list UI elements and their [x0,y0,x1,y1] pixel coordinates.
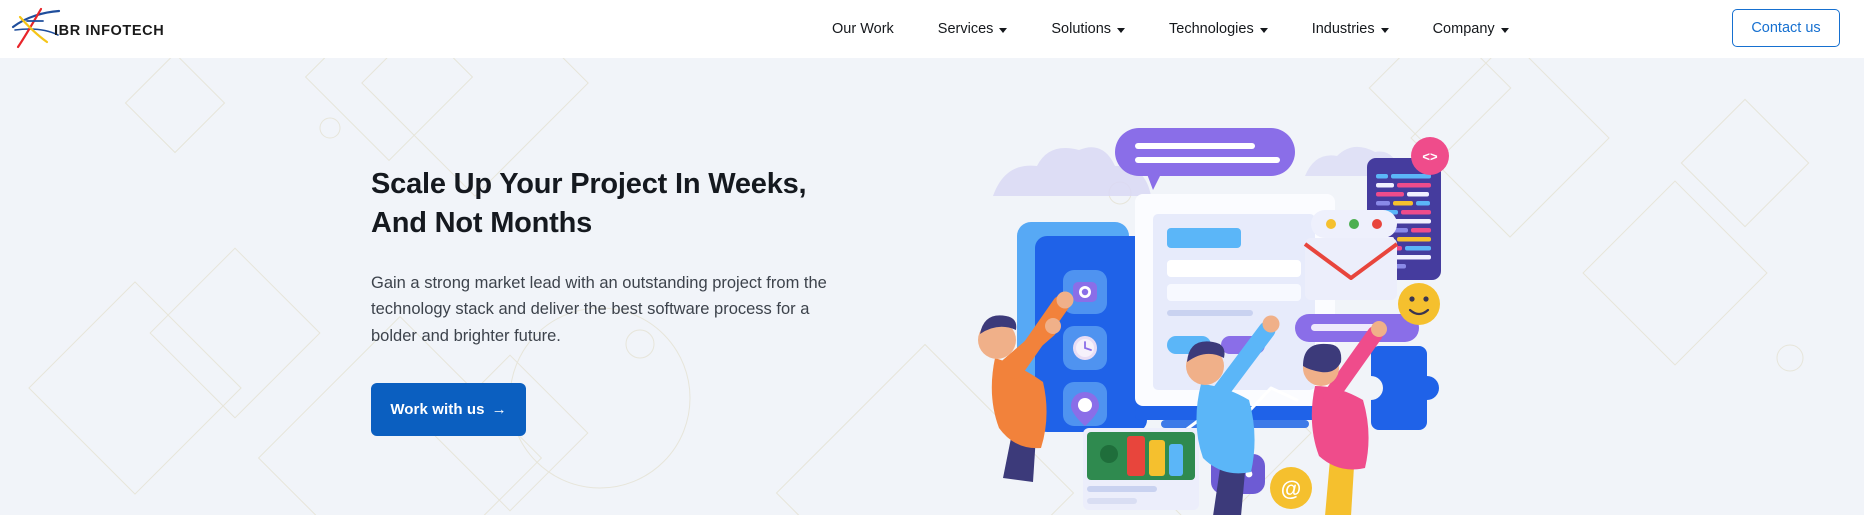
arrow-right-icon: → [491,400,507,418]
logo[interactable]: IBR INFOTECH [10,5,164,50]
nav-item-solutions[interactable]: Solutions [1029,0,1147,58]
svg-text:@: @ [1281,478,1301,501]
chevron-down-icon [999,27,1008,33]
logo-text: IBR INFOTECH [54,22,165,39]
work-with-us-button[interactable]: Work with us → [371,382,526,436]
status-dots-pill [1311,210,1397,238]
camera-icon [1073,282,1097,302]
nav-label: Solutions [1051,21,1112,37]
hero-section: Scale Up Your Project In Weeks, And Not … [0,58,1864,515]
background-pattern [28,58,1810,515]
nav-label: Industries [1311,21,1375,37]
nav-label: Company [1432,21,1495,37]
at-symbol-badge: @ [1270,467,1312,509]
hero-description: Gain a strong market lead with an outsta… [371,273,827,346]
nav-item-technologies[interactable]: Technologies [1147,0,1290,58]
hero-copy: Scale Up Your Project In Weeks, And Not … [371,165,931,436]
nav-label: Services [937,21,994,37]
page-title: Scale Up Your Project In Weeks, And Not … [371,168,807,239]
chevron-down-icon [1380,27,1389,33]
contact-us-label: Contact us [1751,20,1821,36]
site-header: IBR INFOTECH Our Work Services Solutions… [0,0,1864,58]
progress-banner [1295,314,1419,342]
code-tag-badge: <> [1411,137,1449,175]
hero-illustration: <> @ [978,128,1449,515]
contact-us-button[interactable]: Contact us [1732,9,1840,47]
nav-item-company[interactable]: Company [1411,0,1531,58]
chevron-down-icon [1500,27,1509,33]
emoji-badge [1398,283,1440,325]
nav-item-industries[interactable]: Industries [1290,0,1411,58]
nav-item-services[interactable]: Services [916,0,1030,58]
envelope-icon [1303,238,1399,300]
main-navigation: Our Work Services Solutions Technologies… [810,0,1531,58]
chevron-down-icon [1259,27,1268,33]
svg-text:<>: <> [1422,149,1438,164]
cta-label: Work with us [390,400,485,418]
chevron-down-icon [1117,27,1126,33]
photo-stack-card [1083,428,1199,510]
nav-item-our-work[interactable]: Our Work [810,0,916,58]
nav-label: Technologies [1169,21,1254,37]
puzzle-piece-icon [1371,346,1439,430]
clock-icon [1073,336,1097,360]
nav-label: Our Work [832,21,894,37]
